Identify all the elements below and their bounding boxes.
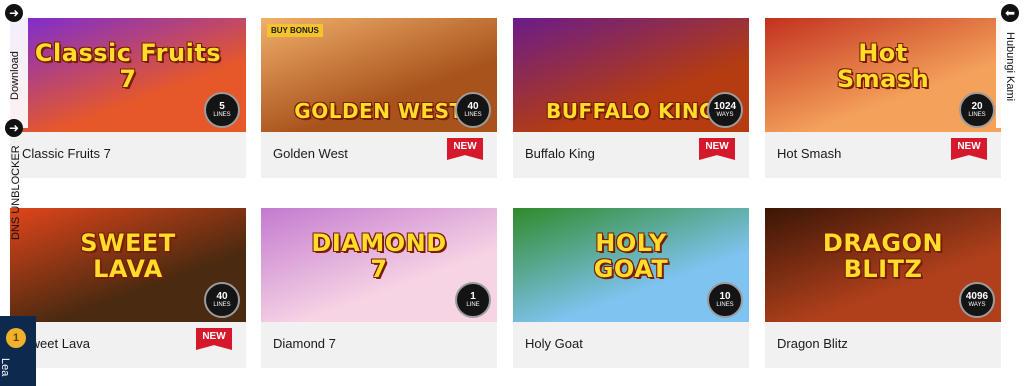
new-badge: NEW <box>447 138 483 160</box>
leaderboard-tab[interactable]: 1 Lea <box>0 316 36 386</box>
lines-value: 40 <box>467 100 479 112</box>
contact-label: Hubungi Kami <box>1004 32 1016 102</box>
lines-value: 10 <box>719 290 731 302</box>
game-name[interactable]: Holy Goat <box>525 336 583 351</box>
game-art-title: Hot Smash <box>836 39 930 93</box>
game-thumbnail[interactable]: HOLY GOAT 10 LINES <box>513 208 749 322</box>
lines-badge: 20 LINES <box>959 92 995 128</box>
lines-unit: WAYS <box>716 111 734 118</box>
game-art-title: SWEET LAVA <box>80 229 176 283</box>
lines-value: 4096 <box>965 290 989 302</box>
game-card[interactable]: DIAMOND 7 1 LINE Diamond 7 <box>261 208 497 368</box>
download-tab[interactable]: ➜ Download <box>0 4 28 128</box>
game-card[interactable]: BUFFALO KING 1024 WAYS Buffalo King NEW <box>513 18 749 178</box>
lines-value: 1024 <box>713 100 737 112</box>
lines-unit: LINES <box>968 111 986 118</box>
arrow-left-icon[interactable]: ⬅ <box>1001 4 1019 22</box>
lines-badge: 40 LINES <box>204 282 240 318</box>
game-thumbnail[interactable]: GOLDEN WEST BUY BONUS 40 LINES <box>261 18 497 132</box>
lines-badge: 40 LINES <box>455 92 491 128</box>
new-badge: NEW <box>699 138 735 160</box>
game-thumbnail[interactable]: DRAGON BLITZ 4096 WAYS <box>765 208 1001 322</box>
game-art-title: HOLY GOAT <box>593 229 669 283</box>
lines-unit: LINES <box>716 301 734 308</box>
lines-badge: 10 LINES <box>707 282 743 318</box>
lines-unit: LINE <box>466 301 480 308</box>
game-card[interactable]: Hot Smash 20 LINES Hot Smash NEW <box>765 18 1001 178</box>
medal-icon: 1 <box>6 328 26 348</box>
arrow-right-icon[interactable]: ➜ <box>5 4 23 22</box>
lines-value: 5 <box>219 100 225 112</box>
game-thumbnail[interactable]: DIAMOND 7 1 LINE <box>261 208 497 322</box>
game-thumbnail[interactable]: Hot Smash 20 LINES <box>765 18 1001 132</box>
game-card[interactable]: HOLY GOAT 10 LINES Holy Goat <box>513 208 749 368</box>
buy-bonus-badge: BUY BONUS <box>267 24 323 37</box>
game-card[interactable]: SWEET LAVA 40 LINES Sweet Lava NEW <box>10 208 246 368</box>
lines-badge: 1024 WAYS <box>707 92 743 128</box>
lines-badge: 4096 WAYS <box>959 282 995 318</box>
game-card[interactable]: Classic Fruits 7 5 LINES Classic Fruits 7 <box>10 18 246 178</box>
dns-unblocker-tab[interactable]: DNS UNBLOCKER <box>10 145 22 240</box>
new-badge: NEW <box>196 328 232 350</box>
lines-value: 40 <box>216 290 228 302</box>
lines-value: 1 <box>470 290 476 302</box>
contact-tab[interactable]: ⬅ Hubungi Kami <box>996 4 1024 128</box>
download-label: Download <box>9 51 21 100</box>
game-name[interactable]: Buffalo King <box>525 146 595 161</box>
lines-badge: 5 LINES <box>204 92 240 128</box>
lines-value: 20 <box>971 100 983 112</box>
arrow-right-icon[interactable]: ➜ <box>5 119 23 137</box>
lines-unit: LINES <box>464 111 482 118</box>
game-art-title: DRAGON BLITZ <box>822 229 944 283</box>
lines-unit: LINES <box>213 111 231 118</box>
game-thumbnail[interactable]: BUFFALO KING 1024 WAYS <box>513 18 749 132</box>
new-badge: NEW <box>951 138 987 160</box>
game-name[interactable]: Hot Smash <box>777 146 841 161</box>
game-art-title: Classic Fruits 7 <box>34 39 222 93</box>
lines-badge: 1 LINE <box>455 282 491 318</box>
game-card[interactable]: DRAGON BLITZ 4096 WAYS Dragon Blitz <box>765 208 1001 368</box>
game-thumbnail[interactable]: Classic Fruits 7 5 LINES <box>10 18 246 132</box>
game-name[interactable]: Dragon Blitz <box>777 336 848 351</box>
game-name[interactable]: Classic Fruits 7 <box>22 146 111 161</box>
lines-unit: LINES <box>213 301 231 308</box>
game-name[interactable]: Golden West <box>273 146 348 161</box>
leaderboard-label: Lea <box>0 358 11 377</box>
lines-unit: WAYS <box>968 301 986 308</box>
game-art-title: DIAMOND 7 <box>311 229 447 283</box>
game-thumbnail[interactable]: SWEET LAVA 40 LINES <box>10 208 246 322</box>
game-card[interactable]: GOLDEN WEST BUY BONUS 40 LINES Golden West NE… <box>261 18 497 178</box>
game-name[interactable]: Diamond 7 <box>273 336 336 351</box>
